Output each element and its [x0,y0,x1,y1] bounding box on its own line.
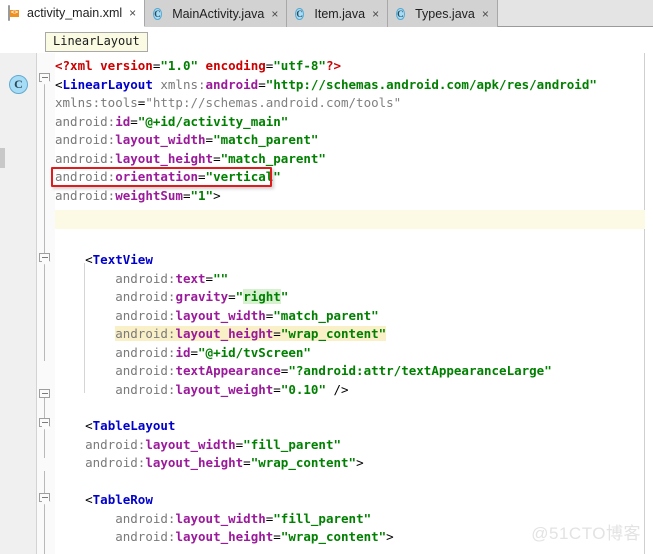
code-line: android:id="@+id/tvScreen" [115,344,311,360]
tab-label: activity_main.xml [27,6,123,20]
breadcrumb-linearlayout[interactable]: LinearLayout [45,32,148,52]
close-icon[interactable]: × [481,8,490,20]
fold-marker-textview-end[interactable] [39,389,52,402]
code-content[interactable]: <?xml version="1.0" encoding="utf-8"?> <… [55,53,653,554]
code-line: android:id="@+id/activity_main" [55,113,289,129]
tab-item-java[interactable]: C Item.java × [287,0,389,27]
code-line: android:layout_height="wrap_content"> [85,455,364,470]
tab-label: MainActivity.java [172,6,265,21]
code-line: android:layout_height="wrap_content" [115,326,387,341]
code-line: android:layout_width="fill_parent" [85,436,342,452]
tab-activity-main-xml[interactable]: activity_main.xml × [0,0,146,27]
code-line: android:layout_width="match_parent" [115,307,379,323]
code-line: android:layout_width="match_parent" [55,132,319,147]
tab-label: Item.java [314,6,366,21]
fold-marker-tablerow[interactable] [39,493,52,506]
editor-gutter[interactable] [0,53,37,554]
watermark-label: @51CTO博客 [531,524,641,543]
annotation-highlight-box [51,167,272,187]
class-marker-icon[interactable]: C [9,75,28,94]
xml-file-icon [8,4,22,21]
code-line: android:text="" [115,270,229,286]
tab-mainactivity-java[interactable]: C MainActivity.java × [145,0,288,27]
editor-window: activity_main.xml × C MainActivity.java … [0,0,653,554]
fold-guide-line [44,81,45,361]
code-line: android:layout_height="wrap_content"> [115,529,394,544]
close-icon[interactable]: × [270,8,279,20]
code-editor[interactable]: C <?xml version="1.0" encoding="utf-8"?> [0,53,653,554]
fold-marker-textview[interactable] [39,253,52,266]
tab-label: Types.java [415,6,475,21]
code-line: android:layout_height="match_parent" [55,150,326,166]
code-line: <TextView [85,252,153,267]
close-icon[interactable]: × [371,8,380,20]
code-line: xmlns:tools="http://schemas.android.com/… [55,95,402,110]
java-class-icon: C [295,8,304,20]
code-line: android:textAppearance="?android:attr/te… [115,363,552,378]
fold-guide-line [44,471,45,554]
java-class-icon: C [153,8,162,20]
fold-marker-tablelayout[interactable] [39,418,52,431]
gutter-scroll-nub[interactable] [0,148,5,168]
code-line: <?xml version="1.0" encoding="utf-8"?> [55,58,342,73]
tab-bar-filler [497,0,653,26]
code-line: android:layout_width="fill_parent" [115,510,372,526]
tab-types-java[interactable]: C Types.java × [388,0,498,27]
code-line: android:weightSum="1"> [55,187,221,203]
code-line: <LinearLayout xmlns:android="http://sche… [55,76,597,92]
fold-marker-linearlayout[interactable] [39,73,52,86]
code-line: android:gravity="right" [115,289,289,304]
code-line: <TableLayout [85,418,176,433]
code-line: <TableRow [85,492,153,507]
editor-tab-bar: activity_main.xml × C MainActivity.java … [0,0,653,27]
java-class-icon: C [396,8,405,20]
code-line: android:layout_weight="0.10" /> [115,381,349,397]
close-icon[interactable]: × [128,7,137,19]
fold-strip[interactable] [37,53,55,554]
